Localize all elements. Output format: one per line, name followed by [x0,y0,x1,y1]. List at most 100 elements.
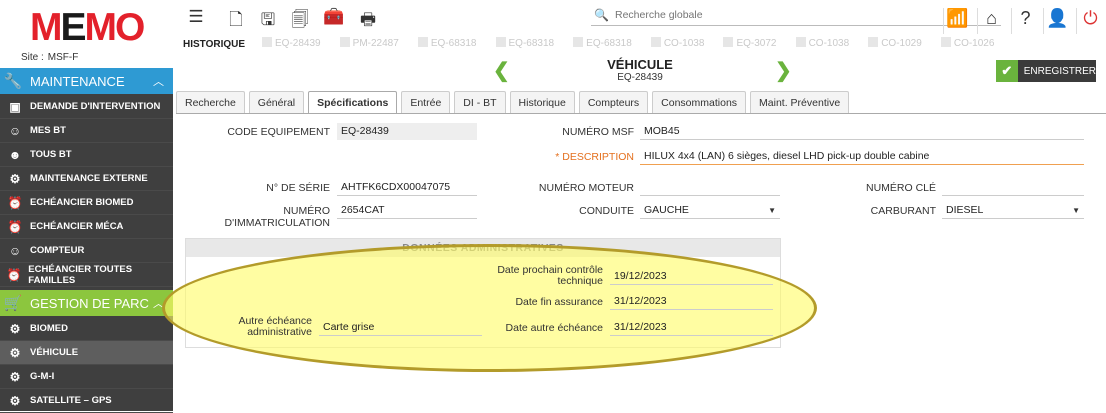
tab-recherche[interactable]: Recherche [176,91,245,114]
numero-msf-field[interactable]: MOB45 [640,123,1084,140]
tab-compteurs[interactable]: Compteurs [578,91,649,114]
carburant-select[interactable]: DIESEL ▼ [942,202,1084,219]
history-chip[interactable]: EQ-68318 [573,37,632,49]
nav-gmi[interactable]: ⚙ G-M-I [0,365,173,389]
save-button[interactable]: ✔ ENREGISTRER [996,60,1096,82]
numero-moteur-field[interactable] [640,179,780,196]
conduite-value: GAUCHE [644,204,689,216]
numero-serie-field[interactable]: AHTFK6CDX00047075 [337,179,477,196]
nav-echeancier-meca[interactable]: ⏰ ECHÉANCIER MÉCA [0,215,173,239]
user-settings-icon[interactable]: 👤 [1043,8,1071,34]
nav-label: ECHÉANCIER TOUTES FAMILLES [28,263,133,286]
nav-label: DEMANDE D'INTERVENTION [30,101,161,112]
tab-divider [176,113,1106,114]
menu-icon[interactable]: ☰ [183,7,209,31]
autre-echeance-date-field[interactable]: 31/12/2023 [610,319,773,336]
clock-icon: ⏰ [6,267,22,282]
history-strip: EQ-28439 PM-22487 EQ-68318 EQ-68318 EQ-6… [262,37,1106,53]
cart-icon: 🛒 [3,295,23,312]
section-maintenance-label: MAINTENANCE [30,73,125,89]
print-icon[interactable]: 🖶 [355,7,381,31]
history-chip[interactable]: CO-1038 [650,37,704,49]
nav-vehicule[interactable]: ⚙ VÉHICULE [0,341,173,365]
copy-document-icon[interactable]: 🗐 [287,7,313,31]
previous-record-icon[interactable]: ❮ [493,58,510,83]
fin-assurance-field[interactable]: 31/12/2023 [610,293,773,310]
save-disk-icon[interactable]: 🖫 [255,7,281,31]
nav-label: G-M-I [30,371,55,382]
new-document-icon[interactable]: 🗋 [223,7,249,31]
immatriculation-field[interactable]: 2654CAT [337,202,477,219]
nav-label: MES BT [30,125,66,136]
history-chip[interactable]: EQ-28439 [262,37,321,49]
site-indicator: Site : MSF-F [17,52,78,63]
numero-cle-field[interactable] [942,179,1084,196]
nav-mes-bt[interactable]: ☺ MES BT [0,119,173,143]
history-chip[interactable]: EQ-3072 [723,37,777,49]
tab-general[interactable]: Général [248,91,305,114]
history-label: HISTORIQUE [183,39,246,50]
nav-echeancier-toutes-familles[interactable]: ⏰ ECHÉANCIER TOUTES FAMILLES [0,263,173,287]
nav-label: ECHÉANCIER BIOMED [30,197,134,208]
nav-label: COMPTEUR [30,245,85,256]
description-label: * DESCRIPTION [490,151,634,163]
search-input[interactable] [615,9,995,21]
section-gestion-parc[interactable]: 🛒 GESTION DE PARC ︿ [0,290,173,316]
code-equipement-field[interactable]: EQ-28439 [337,123,477,140]
description-label-text: DESCRIPTION [562,151,634,163]
nav-echeancier-biomed[interactable]: ⏰ ECHÉANCIER BIOMED [0,191,173,215]
nav-label: TOUS BT [30,149,72,160]
tab-maint-preventive[interactable]: Maint. Préventive [750,91,850,114]
dropdown-arrow-icon[interactable]: ▼ [1072,202,1080,219]
nav-label: ECHÉANCIER MÉCA [30,221,124,232]
dropdown-arrow-icon[interactable]: ▼ [768,202,776,219]
numero-serie-label: N° DE SÉRIE [266,182,330,194]
conduite-select[interactable]: GAUCHE ▼ [640,202,780,219]
carburant-label: CARBURANT [870,205,936,217]
chevron-up-icon[interactable]: ︿ [153,73,173,89]
description-field[interactable]: HILUX 4x4 (LAN) 6 sièges, diesel LHD pic… [640,148,1084,165]
site-value: MSF-F [47,52,79,63]
gears-icon: ⚙ [9,171,21,186]
save-button-label: ENREGISTRER [1023,65,1096,77]
tab-historique[interactable]: Historique [509,91,575,114]
autre-echeance-admin-field[interactable]: Carte grise [319,319,482,336]
tab-consommations[interactable]: Consommations [652,91,747,114]
numero-cle-label: NUMÉRO CLÉ [865,182,936,194]
controle-technique-field[interactable]: 19/12/2023 [610,268,773,285]
toolbox-icon[interactable]: 🧰 [321,7,347,31]
tab-specifications[interactable]: Spécifications [308,91,398,114]
home-icon[interactable]: ⌂ [977,8,1005,34]
global-search[interactable]: 🔍 [591,8,1001,26]
history-chip[interactable]: PM-22487 [339,37,399,49]
tab-entree[interactable]: Entrée [401,91,451,114]
nav-compteur[interactable]: ☺ COMPTEUR [0,239,173,263]
history-chip[interactable]: CO-1029 [868,37,922,49]
sidebar: MEMO Site : MSF-F 🔧 MAINTENANCE ︿ ▣ DEMAN… [0,0,173,413]
site-label: Site : [21,52,44,63]
autre-echeance-admin-label: Autre échéance administrative [238,315,312,338]
help-icon[interactable]: ? [1011,8,1039,34]
history-chip[interactable]: EQ-68318 [495,37,554,49]
workers-icon: ☻ [8,147,22,162]
wrench-icon: 🔧 [3,73,23,90]
nav-maintenance-externe[interactable]: ⚙ MAINTENANCE EXTERNE [0,167,173,191]
search-icon: 🔍 [594,8,609,22]
tab-di-bt[interactable]: DI - BT [454,91,506,114]
nav-demande-intervention[interactable]: ▣ DEMANDE D'INTERVENTION [0,95,173,119]
nav-satellite-gps[interactable]: ⚙ SATELLITE – GPS [0,389,173,413]
request-icon: ▣ [9,99,21,114]
nav-biomed[interactable]: ⚙ BIOMED [0,317,173,341]
memo-logo[interactable]: MEMO [30,6,145,50]
history-chip[interactable]: CO-1026 [940,37,994,49]
history-chip[interactable]: CO-1038 [795,37,849,49]
toolbar: ☰ 🗋 🖫 🗐 🧰 🖶 🔍 📶 ⌂ ? 👤 ⏻ [173,0,1106,36]
power-icon[interactable]: ⏻ [1076,8,1104,34]
stats-icon[interactable]: 📶 [943,8,971,34]
numero-msf-label: NUMÉRO MSF [562,126,634,138]
section-maintenance[interactable]: 🔧 MAINTENANCE ︿ [0,68,173,94]
history-chip[interactable]: EQ-68318 [417,37,476,49]
nav-label: VÉHICULE [30,347,79,358]
nav-tous-bt[interactable]: ☻ TOUS BT [0,143,173,167]
next-record-icon[interactable]: ❯ [775,58,792,83]
